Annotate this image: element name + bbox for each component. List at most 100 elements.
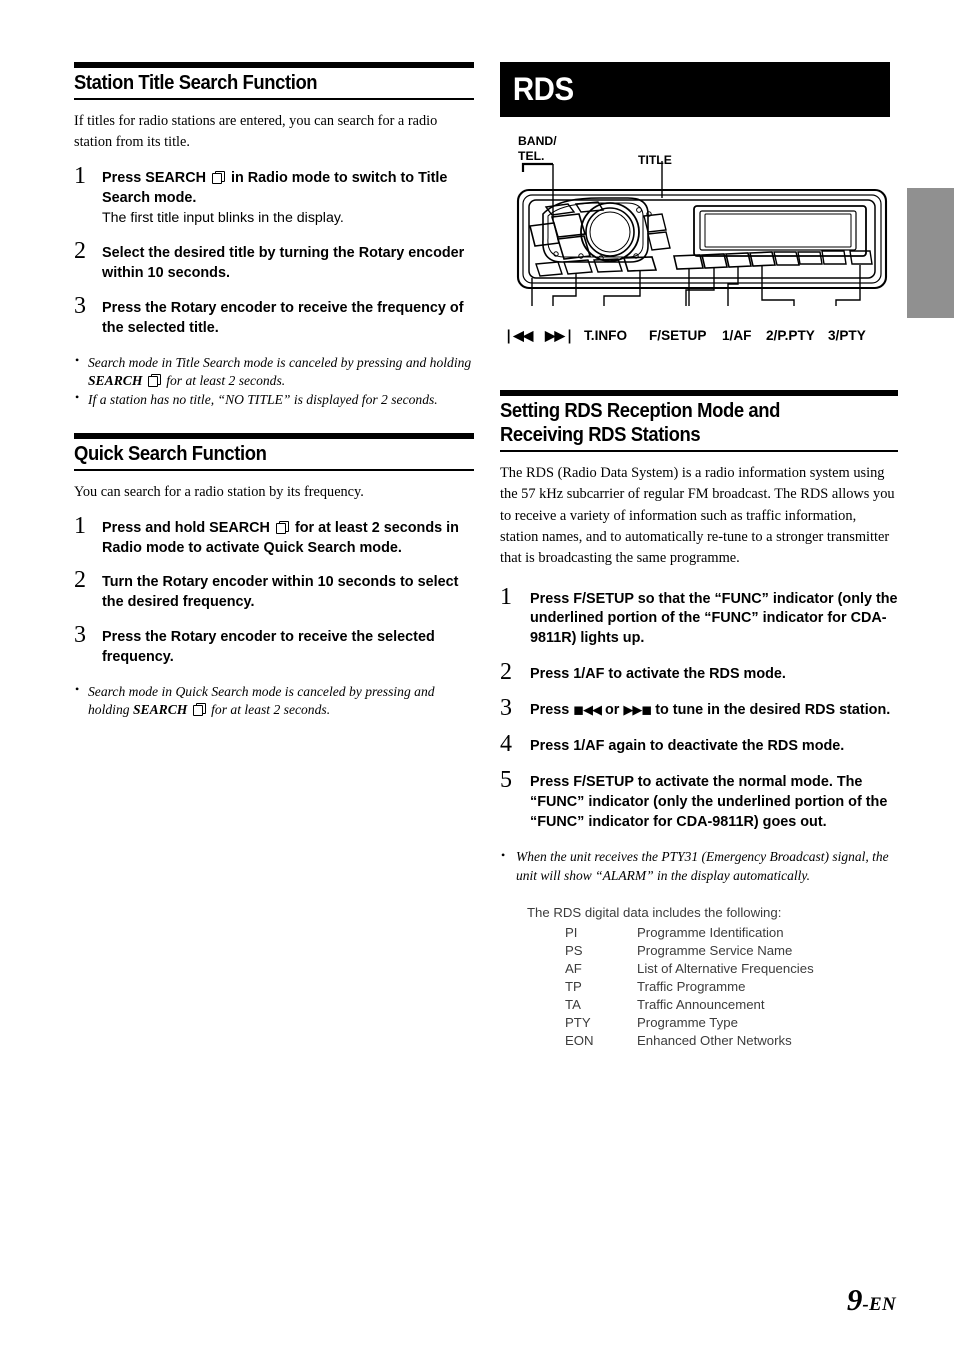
step-text: Press 1/AF to activate the RDS mode. [530, 666, 786, 683]
step-item: 3 Press the Rotary encoder to receive th… [74, 294, 474, 339]
step-text: Select the desired title by turning the … [102, 245, 465, 281]
section-heading-station-title-search: Station Title Search Function [74, 62, 474, 100]
search-pages-icon [147, 373, 161, 387]
section-title-text: Setting RDS Reception Mode and Receiving… [500, 399, 780, 446]
step-number: 2 [500, 659, 512, 686]
step-number: 3 [74, 622, 86, 649]
step-item: 3 Press the Rotary encoder to receive th… [74, 623, 474, 668]
rds-abbr: PTY [565, 1014, 591, 1030]
step-text: Press F/SETUP so that the “FUNC” indicat… [530, 590, 898, 647]
button-label-next-track: ▶▶❘ [545, 328, 575, 343]
button-label-t-info: T.INFO [584, 328, 628, 343]
rds-desc: Programme Type [637, 1014, 738, 1030]
section-heading-quick-search: Quick Search Function [74, 432, 474, 471]
right-column: Setting RDS Reception Mode and Receiving… [500, 390, 898, 903]
note-item: If a station has no title, “NO TITLE” is… [74, 390, 474, 409]
button-label-3-pty: 3/PTY [828, 328, 866, 343]
section1-notes: Search mode in Title Search mode is canc… [74, 353, 474, 409]
note-item: Search mode in Title Search mode is canc… [74, 353, 474, 390]
table-row: TP Traffic Programme [565, 977, 814, 995]
step-number: 2 [74, 238, 86, 265]
head-unit-svg [516, 161, 888, 306]
search-pages-icon [275, 520, 289, 534]
step-text: Press and hold SEARCH for at least 2 sec… [102, 519, 459, 556]
rds-desc: Enhanced Other Networks [637, 1032, 792, 1048]
rds-banner-title: RDS [512, 71, 574, 107]
rds-desc: Traffic Announcement [637, 996, 765, 1012]
note-item: Search mode in Quick Search mode is canc… [74, 682, 474, 719]
head-unit-diagram: BAND/ TEL. TITLE ❘◀◀ ▶▶❘ T.INFO F/SETUP … [496, 128, 908, 356]
step-item: 4 Press 1/AF again to deactivate the RDS… [500, 732, 898, 757]
step-item: 1 Press and hold SEARCH for at least 2 s… [74, 514, 474, 559]
rds-data-table: PI Programme Identification PS Programme… [565, 923, 814, 1049]
rds-banner: RDS [500, 62, 890, 117]
rds-desc: Traffic Programme [637, 978, 746, 994]
callout-label-band-tel: BAND/ TEL. [518, 134, 557, 163]
heading-rule-bottom [74, 468, 474, 471]
table-row: PI Programme Identification [565, 923, 814, 941]
step-item: 3 Press ◼◀◀ or ▶▶◼ to tune in the desire… [500, 696, 898, 721]
step-item: 2 Turn the Rotary encoder within 10 seco… [74, 568, 474, 613]
step-text: Press the Rotary encoder to receive the … [102, 299, 464, 336]
step-number: 3 [74, 292, 86, 319]
section-title-text: Quick Search Function [74, 441, 267, 465]
step-subtext: The first title input blinks in the disp… [102, 210, 344, 227]
page-footer: 9-EN [0, 1282, 896, 1318]
section1-intro: If titles for radio stations are entered… [74, 112, 438, 150]
step-item: 1 Press SEARCH in Radio mode to switch t… [74, 164, 474, 229]
button-label-2-p-pty: 2/P.PTY [766, 328, 815, 343]
rds-desc: Programme Service Name [637, 942, 793, 958]
button-label-prev-track: ❘◀◀ [503, 328, 533, 343]
rds-data-list: The RDS digital data includes the follow… [527, 905, 897, 1049]
note-item: When the unit receives the PTY31 (Emerge… [500, 847, 898, 885]
rds-abbr: TP [565, 978, 582, 994]
step-text: Turn the Rotary encoder within 10 second… [102, 574, 459, 611]
step-item: 2 Press 1/AF to activate the RDS mode. [500, 660, 898, 685]
step-number: 1 [74, 512, 86, 539]
step-item: 1 Press F/SETUP so that the “FUNC” indic… [500, 585, 898, 650]
rds-abbr: PS [565, 942, 583, 958]
step-number: 3 [500, 695, 512, 722]
rds-section-intro: The RDS (Radio Data System) is a radio i… [500, 464, 895, 567]
step-item: 5 Press F/SETUP to activate the normal m… [500, 768, 898, 833]
rds-abbr: EON [565, 1032, 594, 1048]
search-pages-icon [212, 170, 225, 184]
section2-notes: Search mode in Quick Search mode is canc… [74, 682, 474, 719]
rds-desc: Programme Identification [637, 924, 784, 940]
table-row: PTY Programme Type [565, 1013, 814, 1031]
heading-rule-bottom [74, 97, 474, 100]
search-pages-icon [192, 702, 206, 716]
step-text: Press F/SETUP to activate the normal mod… [530, 773, 888, 830]
table-row: AF List of Alternative Frequencies [565, 959, 814, 977]
heading-rule-bottom [500, 449, 898, 452]
step-number: 1 [500, 583, 512, 610]
table-row: EON Enhanced Other Networks [565, 1031, 814, 1049]
rds-abbr: TA [565, 996, 581, 1012]
step-text: Press 1/AF again to deactivate the RDS m… [530, 737, 845, 754]
table-row: PS Programme Service Name [565, 941, 814, 959]
rds-desc: List of Alternative Frequencies [637, 960, 814, 976]
rds-abbr: PI [565, 924, 578, 940]
step-number: 2 [74, 567, 86, 594]
section-title-text: Station Title Search Function [74, 71, 318, 94]
step-number: 1 [74, 162, 86, 189]
table-row: TA Traffic Announcement [565, 995, 814, 1013]
rds-abbr: AF [565, 960, 582, 976]
step-text: Press ◼◀◀ or ▶▶◼ to tune in the desired … [530, 702, 891, 719]
rds-data-intro: The RDS digital data includes the follow… [527, 905, 782, 920]
step-text: Press SEARCH in Radio mode to switch to … [102, 169, 448, 206]
step-item: 2 Select the desired title by turning th… [74, 239, 474, 284]
button-label-1-af: 1/AF [722, 328, 752, 343]
button-label-f-setup: F/SETUP [649, 328, 707, 343]
callout-label-title: TITLE [638, 153, 672, 167]
section-heading-rds-reception: Setting RDS Reception Mode and Receiving… [500, 390, 898, 452]
page-number: 9 [846, 1282, 863, 1317]
left-column: Station Title Search Function If titles … [74, 62, 474, 737]
step-number: 4 [500, 730, 512, 757]
page-lang-suffix: -EN [862, 1294, 896, 1315]
section2-intro: You can search for a radio station by it… [74, 483, 364, 500]
page-edge-tab-marker [907, 188, 954, 318]
rds-section-notes: When the unit receives the PTY31 (Emerge… [500, 847, 898, 885]
step-text: Press the Rotary encoder to receive the … [102, 629, 435, 665]
manual-page: Station Title Search Function If titles … [0, 0, 954, 1346]
